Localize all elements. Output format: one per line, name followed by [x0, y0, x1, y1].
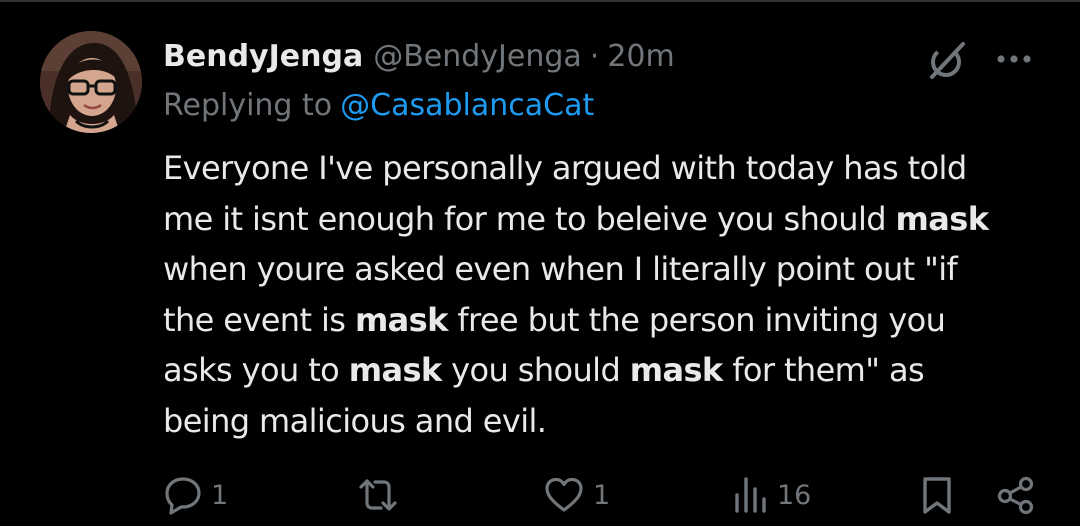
- like-button[interactable]: 1: [543, 470, 610, 520]
- heart-icon: [545, 477, 583, 512]
- avatar[interactable]: [40, 31, 142, 133]
- timestamp[interactable]: 20m: [607, 39, 674, 74]
- action-bar: 1 1 16: [0, 470, 1080, 520]
- text-segment: the event is: [163, 300, 355, 339]
- tweet-text-line: asks you to mask you should mask for the…: [163, 345, 1063, 396]
- grok-icon[interactable]: [925, 38, 969, 82]
- text-segment: me it isnt enough for me to beleive you …: [163, 199, 896, 238]
- highlighted-keyword: mask: [354, 300, 448, 339]
- bookmark-icon: [923, 477, 951, 514]
- replying-to-handle[interactable]: @CasablancaCat: [340, 88, 594, 123]
- text-segment: asks you to: [163, 351, 349, 389]
- highlighted-keyword: mask: [895, 199, 989, 238]
- top-divider: [0, 0, 1080, 2]
- retweet-icon: [359, 479, 397, 511]
- like-count: 1: [593, 479, 611, 511]
- reply-icon: [165, 477, 201, 515]
- text-segment: when youre asked even when I literally p…: [163, 250, 958, 288]
- separator-dot: ·: [589, 38, 600, 74]
- tweet-text-line: Everyone I've personally argued with tod…: [163, 143, 1063, 194]
- highlighted-keyword: mask: [348, 351, 442, 389]
- text-segment: for them" as: [722, 351, 925, 389]
- more-icon[interactable]: [993, 44, 1037, 74]
- tweet-text: Everyone I've personally argued with tod…: [163, 143, 1063, 446]
- profile-photo: [40, 31, 142, 133]
- retweet-button[interactable]: [357, 470, 407, 520]
- view-count: 16: [777, 479, 812, 511]
- reply-count: 1: [211, 479, 229, 511]
- views-icon: [735, 477, 766, 513]
- views-button[interactable]: 16: [733, 470, 811, 520]
- share-icon: [997, 476, 1034, 515]
- highlighted-keyword: mask: [629, 351, 723, 389]
- replying-to-label: Replying to: [163, 88, 333, 123]
- reply-button[interactable]: 1: [163, 470, 228, 520]
- display-name[interactable]: BendyJenga: [163, 39, 363, 74]
- text-segment: Everyone I've personally argued with tod…: [163, 149, 967, 187]
- tweet-text-line: the event is mask free but the person in…: [163, 295, 1063, 346]
- bookmark-button[interactable]: [919, 470, 955, 520]
- tweet-text-line: being malicious and evil.: [163, 396, 1063, 447]
- text-segment: you should: [441, 351, 630, 389]
- tweet-text-line: when youre asked even when I literally p…: [163, 244, 1063, 295]
- text-segment: being malicious and evil.: [163, 401, 547, 440]
- share-button[interactable]: [996, 470, 1036, 520]
- replying-to: Replying to @CasablancaCat: [163, 88, 594, 123]
- tweet-text-line: me it isnt enough for me to beleive you …: [163, 194, 1063, 245]
- text-segment: free but the person inviting you: [447, 300, 946, 339]
- tweet-header: BendyJenga @BendyJenga · 20m: [163, 34, 675, 78]
- user-handle[interactable]: @BendyJenga: [373, 39, 582, 74]
